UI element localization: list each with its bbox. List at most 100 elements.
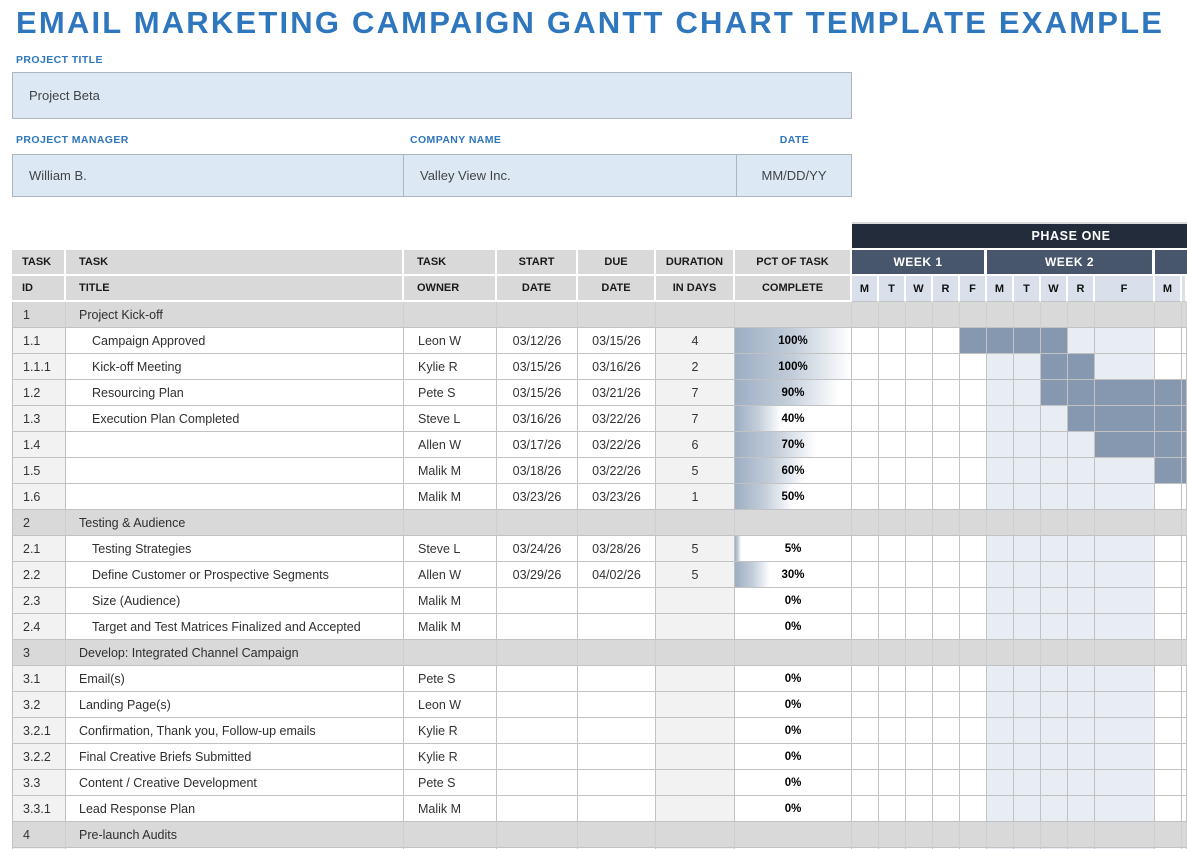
cell-start-date[interactable]: 03/16/26 (497, 406, 578, 432)
date-field[interactable]: MM/DD/YY (736, 154, 852, 197)
cell-task-title[interactable]: Lead Response Plan (66, 796, 404, 822)
gantt-cell[interactable] (960, 536, 987, 562)
gantt-cell[interactable] (852, 380, 879, 406)
gantt-cell[interactable] (1068, 770, 1095, 796)
cell-pct-complete[interactable] (735, 822, 852, 848)
cell-task-id[interactable]: 3.2.1 (12, 718, 66, 744)
cell-duration[interactable] (656, 302, 735, 328)
cell-task-title[interactable] (66, 432, 404, 458)
gantt-cell[interactable] (960, 380, 987, 406)
cell-duration[interactable] (656, 510, 735, 536)
cell-pct-complete[interactable]: 0% (735, 718, 852, 744)
gantt-cell[interactable] (879, 614, 906, 640)
gantt-cell[interactable] (1041, 484, 1068, 510)
gantt-cell[interactable] (852, 536, 879, 562)
gantt-cell[interactable] (960, 588, 987, 614)
cell-start-date[interactable]: 03/24/26 (497, 536, 578, 562)
gantt-cell[interactable] (1155, 380, 1182, 406)
gantt-cell[interactable] (906, 666, 933, 692)
gantt-cell[interactable] (933, 770, 960, 796)
gantt-cell[interactable] (1068, 666, 1095, 692)
gantt-cell[interactable] (933, 406, 960, 432)
gantt-cell[interactable] (1068, 718, 1095, 744)
gantt-cell[interactable] (1068, 640, 1095, 666)
gantt-cell[interactable] (933, 640, 960, 666)
gantt-cell[interactable] (960, 302, 987, 328)
gantt-cell[interactable] (852, 432, 879, 458)
gantt-cell[interactable] (1014, 354, 1041, 380)
gantt-cell[interactable] (933, 692, 960, 718)
cell-due-date[interactable]: 03/16/26 (578, 354, 656, 380)
gantt-cell[interactable] (1068, 328, 1095, 354)
gantt-cell[interactable] (1095, 692, 1155, 718)
gantt-cell[interactable] (1095, 302, 1155, 328)
gantt-cell[interactable] (1095, 328, 1155, 354)
gantt-cell[interactable] (987, 744, 1014, 770)
cell-start-date[interactable]: 03/18/26 (497, 458, 578, 484)
gantt-cell[interactable] (852, 302, 879, 328)
gantt-cell[interactable] (1014, 432, 1041, 458)
gantt-cell[interactable] (879, 744, 906, 770)
cell-start-date[interactable] (497, 640, 578, 666)
company-name-field[interactable]: Valley View Inc. (403, 154, 737, 197)
cell-due-date[interactable] (578, 692, 656, 718)
gantt-cell[interactable] (933, 588, 960, 614)
cell-task-id[interactable]: 1 (12, 302, 66, 328)
cell-due-date[interactable] (578, 614, 656, 640)
gantt-cell[interactable] (960, 796, 987, 822)
gantt-cell[interactable] (852, 406, 879, 432)
gantt-cell[interactable] (960, 562, 987, 588)
gantt-cell[interactable] (1155, 302, 1182, 328)
gantt-cell[interactable] (1014, 640, 1041, 666)
gantt-cell[interactable] (1014, 614, 1041, 640)
gantt-cell[interactable] (852, 692, 879, 718)
gantt-cell[interactable] (852, 484, 879, 510)
cell-task-owner[interactable]: Pete S (404, 770, 497, 796)
cell-due-date[interactable]: 03/28/26 (578, 536, 656, 562)
cell-duration[interactable] (656, 614, 735, 640)
gantt-cell[interactable] (987, 432, 1014, 458)
cell-task-title[interactable]: Campaign Approved (66, 328, 404, 354)
gantt-cell[interactable] (852, 796, 879, 822)
cell-duration[interactable]: 5 (656, 536, 735, 562)
gantt-cell[interactable] (1095, 588, 1155, 614)
gantt-cell[interactable] (933, 666, 960, 692)
cell-due-date[interactable]: 03/22/26 (578, 406, 656, 432)
gantt-cell[interactable] (879, 770, 906, 796)
cell-task-title[interactable]: Develop: Integrated Channel Campaign (66, 640, 404, 666)
cell-pct-complete[interactable]: 0% (735, 666, 852, 692)
cell-task-owner[interactable]: Malik M (404, 458, 497, 484)
cell-due-date[interactable] (578, 588, 656, 614)
cell-start-date[interactable] (497, 302, 578, 328)
cell-duration[interactable]: 5 (656, 458, 735, 484)
gantt-cell[interactable] (933, 614, 960, 640)
gantt-cell[interactable] (1041, 796, 1068, 822)
gantt-cell[interactable] (1014, 822, 1041, 848)
gantt-cell[interactable] (1095, 718, 1155, 744)
cell-task-id[interactable]: 2.1 (12, 536, 66, 562)
gantt-cell[interactable] (987, 614, 1014, 640)
cell-pct-complete[interactable]: 0% (735, 692, 852, 718)
gantt-cell[interactable] (906, 718, 933, 744)
gantt-cell[interactable] (987, 692, 1014, 718)
gantt-cell[interactable] (933, 510, 960, 536)
gantt-cell[interactable] (906, 588, 933, 614)
gantt-cell[interactable] (906, 432, 933, 458)
cell-task-id[interactable]: 2 (12, 510, 66, 536)
cell-task-id[interactable]: 3.2.2 (12, 744, 66, 770)
cell-pct-complete[interactable]: 100% (735, 328, 852, 354)
cell-task-owner[interactable]: Allen W (404, 432, 497, 458)
gantt-cell[interactable] (879, 354, 906, 380)
gantt-cell[interactable] (1014, 302, 1041, 328)
gantt-cell[interactable] (933, 328, 960, 354)
cell-task-title[interactable]: Email(s) (66, 666, 404, 692)
gantt-cell[interactable] (1041, 666, 1068, 692)
gantt-cell[interactable] (1014, 484, 1041, 510)
cell-duration[interactable] (656, 718, 735, 744)
cell-task-owner[interactable]: Steve L (404, 406, 497, 432)
gantt-cell[interactable] (852, 718, 879, 744)
gantt-cell[interactable] (1041, 432, 1068, 458)
gantt-cell[interactable] (1095, 796, 1155, 822)
gantt-cell[interactable] (906, 640, 933, 666)
gantt-cell[interactable] (1095, 510, 1155, 536)
